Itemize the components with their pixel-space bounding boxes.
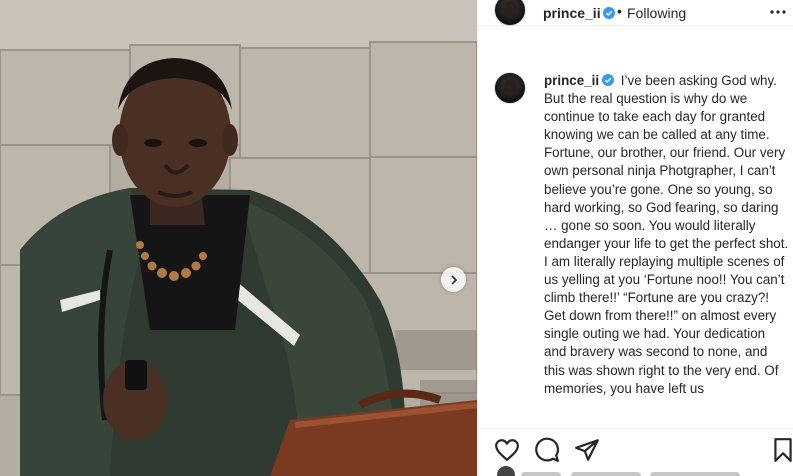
photo-illustration	[0, 0, 477, 476]
liker-avatar	[497, 466, 515, 476]
post-photo	[0, 0, 477, 476]
like-button[interactable]	[494, 437, 520, 463]
heart-icon	[495, 439, 519, 461]
comment-icon	[535, 437, 559, 462]
follow-separator: •	[617, 3, 622, 19]
caption-body: I’ve been asking God why. But the real q…	[544, 73, 789, 396]
share-button[interactable]	[574, 437, 600, 463]
save-button[interactable]	[770, 437, 793, 463]
more-options-icon[interactable]	[768, 2, 788, 22]
chevron-right-icon	[450, 274, 457, 285]
likes-summary-strip	[497, 466, 787, 476]
post-sidebar: prince_ii • Following prince_ii I’ve bee…	[477, 0, 793, 476]
liked-by-placeholder	[521, 472, 561, 476]
comment-button[interactable]	[534, 437, 560, 463]
bookmark-icon	[774, 438, 792, 462]
following-button[interactable]: Following	[627, 5, 686, 21]
caption-author-avatar[interactable]	[494, 72, 526, 104]
send-icon	[575, 439, 599, 461]
caption-username[interactable]: prince_ii	[544, 73, 599, 88]
caption-area: prince_ii I’ve been asking God why. But …	[478, 58, 793, 428]
author-avatar[interactable]	[494, 0, 526, 26]
next-photo-button[interactable]	[441, 267, 466, 292]
verified-badge-icon	[602, 74, 615, 86]
liked-by-placeholder	[570, 472, 641, 476]
caption-text-block: prince_ii I’ve been asking God why. But …	[544, 72, 790, 398]
verified-badge-icon	[603, 7, 615, 19]
author-username[interactable]: prince_ii	[543, 5, 601, 21]
liked-by-placeholder	[650, 472, 741, 476]
post-header: prince_ii • Following	[478, 0, 793, 26]
